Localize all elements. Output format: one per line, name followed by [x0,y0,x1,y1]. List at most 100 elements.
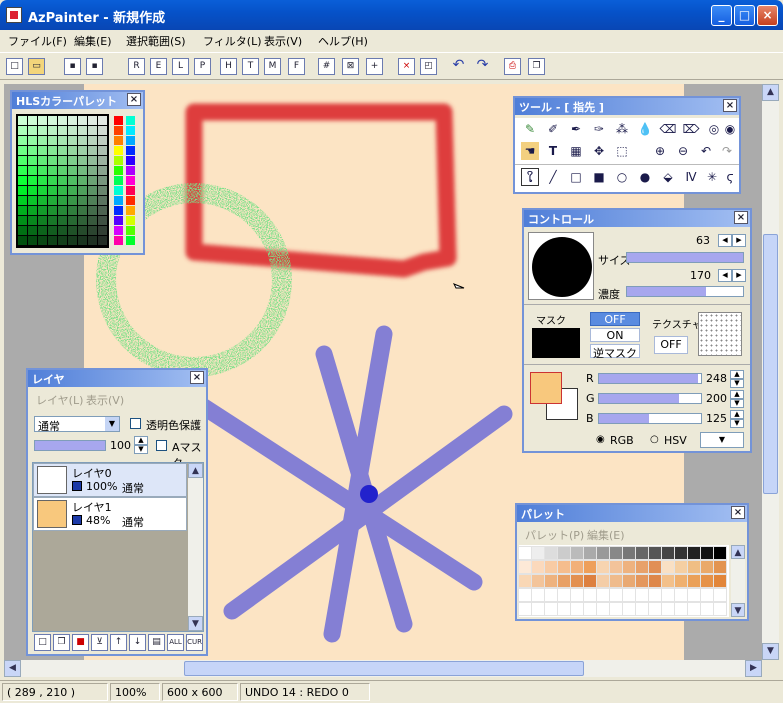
hls-swatch[interactable] [88,166,97,175]
palette-scroll-up-icon[interactable]: ▲ [731,545,745,559]
palette-swatch[interactable] [622,560,636,574]
hue-swatch[interactable] [126,236,135,245]
palette-swatch[interactable] [700,560,714,574]
hls-swatch[interactable] [88,226,97,235]
palette-swatch[interactable] [648,546,662,560]
rotate-right-icon[interactable]: ↷ [718,142,736,160]
copy-icon[interactable]: ❐ [528,58,545,75]
move-tool-icon[interactable]: ✥ [590,142,608,160]
palette-swatch[interactable] [674,560,688,574]
open-icon[interactable]: ▭ [28,58,45,75]
hls-swatch[interactable] [28,186,37,195]
hls-swatch[interactable] [28,136,37,145]
palette-swatch[interactable] [700,588,714,602]
palette-swatch[interactable] [531,546,545,560]
fill-rect-tool-icon[interactable]: ■ [590,168,608,186]
opacity-down-icon[interactable]: ▼ [134,445,148,454]
hls-swatch[interactable] [48,236,57,245]
opacity-up-icon[interactable]: ▲ [134,436,148,445]
palette-swatch[interactable] [557,602,571,616]
hls-swatch[interactable] [18,136,27,145]
layer-scrollbar[interactable]: ▲ ▼ [188,463,203,631]
hls-swatch[interactable] [68,176,77,185]
hls-swatch[interactable] [48,166,57,175]
airbrush-tool-icon[interactable]: ✑ [590,120,608,138]
palette-swatch[interactable] [518,546,532,560]
freehand-tool-icon[interactable]: ໃ [521,168,539,186]
hls-swatch[interactable] [38,176,47,185]
hls-swatch[interactable] [48,216,57,225]
hls-swatch[interactable] [68,156,77,165]
layer-scroll-up-icon[interactable]: ▲ [188,463,203,478]
palette-swatch[interactable] [531,574,545,588]
hls-swatch[interactable] [98,236,107,245]
hls-swatch[interactable] [48,206,57,215]
palette-swatch[interactable] [700,546,714,560]
hue-swatch[interactable] [126,186,135,195]
r-down-icon[interactable]: ▼ [730,379,744,388]
hls-swatch[interactable] [68,116,77,125]
hls-swatch[interactable] [58,116,67,125]
hls-swatch[interactable] [78,186,87,195]
palette-swatch[interactable] [518,560,532,574]
hls-swatch[interactable] [78,176,87,185]
hls-swatch[interactable] [18,186,27,195]
app-icon[interactable] [6,7,22,23]
palette-swatch[interactable] [713,588,727,602]
mask-off-button[interactable]: OFF [590,312,640,326]
water-tool-icon[interactable]: 💧 [636,120,654,138]
hls-swatch[interactable] [28,126,37,135]
hue-strip[interactable] [114,114,140,248]
hls-swatch[interactable] [48,186,57,195]
hls-close-icon[interactable]: × [127,93,141,106]
hue-swatch[interactable] [126,116,135,125]
hls-swatch[interactable] [38,156,47,165]
palette-swatch[interactable] [557,574,571,588]
palette-swatch[interactable] [583,588,597,602]
hls-swatch[interactable] [38,206,47,215]
hls-swatch[interactable] [38,126,47,135]
palette-grid[interactable] [518,545,729,617]
hue-swatch[interactable] [114,176,123,185]
dot2-tool-icon[interactable]: ◉ [721,120,739,138]
hls-swatch[interactable] [88,156,97,165]
hls-swatch[interactable] [98,166,107,175]
hls-swatch[interactable] [68,126,77,135]
grid-icon[interactable]: # [318,58,335,75]
palette-swatch[interactable] [635,560,649,574]
layer-cur-button[interactable]: CUR [186,634,203,651]
layer-all-button[interactable]: ALL [167,634,184,651]
horizontal-scrollbar[interactable]: ◀ ▶ [4,660,762,677]
tool-d-icon[interactable]: P [194,58,211,75]
close-doc-icon[interactable]: × [398,58,415,75]
palette-swatch[interactable] [674,546,688,560]
palette-swatch[interactable] [570,546,584,560]
density-dec-icon[interactable]: ◀ [718,269,732,282]
curve-tool-icon[interactable]: ϛ [721,168,739,186]
palette-swatch[interactable] [635,574,649,588]
palette-swatch[interactable] [700,602,714,616]
hls-swatch[interactable] [98,156,107,165]
hls-swatch[interactable] [98,176,107,185]
palette-swatch[interactable] [518,588,532,602]
hls-swatch[interactable] [18,196,27,205]
hls-swatch[interactable] [78,236,87,245]
hls-swatch[interactable] [38,186,47,195]
brush-tool-icon[interactable]: ✒ [567,120,585,138]
line-tool-icon[interactable]: ╱ [544,168,562,186]
hls-swatch[interactable] [98,126,107,135]
hls-swatch[interactable] [38,196,47,205]
hls-swatch[interactable] [78,226,87,235]
chevron-down-icon[interactable]: ▼ [105,417,119,431]
hls-swatch[interactable] [38,136,47,145]
tool-c-icon[interactable]: L [172,58,189,75]
copy-layer-icon[interactable]: ❐ [53,634,70,651]
texture-off-button[interactable]: OFF [654,336,688,354]
hls-swatch[interactable] [38,216,47,225]
palette-swatch[interactable] [531,602,545,616]
palette-swatch[interactable] [544,546,558,560]
g-down-icon[interactable]: ▼ [730,399,744,408]
palette-swatch[interactable] [609,560,623,574]
palette-swatch[interactable] [687,602,701,616]
hue-swatch[interactable] [114,166,123,175]
